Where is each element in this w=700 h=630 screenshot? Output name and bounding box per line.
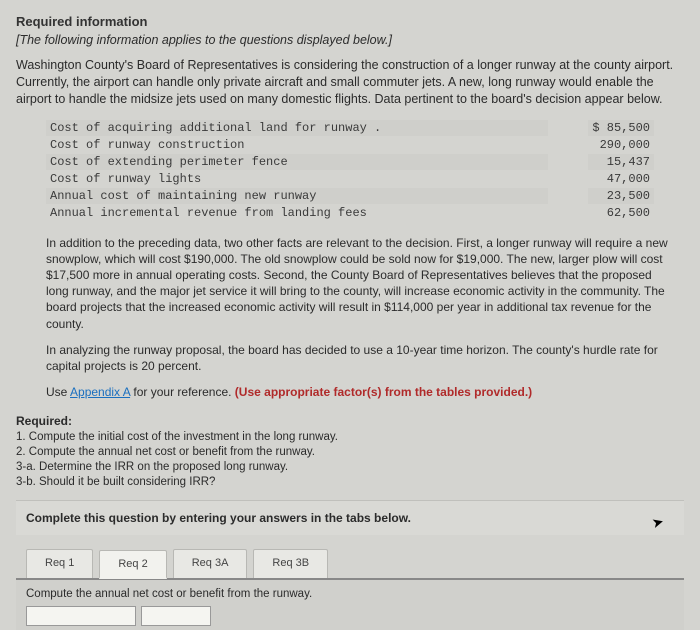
tab-content-panel: Compute the annual net cost or benefit f…	[16, 578, 684, 630]
additional-facts-paragraph: In addition to the preceding data, two o…	[46, 235, 672, 332]
cost-label: Cost of extending perimeter fence	[46, 154, 548, 170]
tab-req-1[interactable]: Req 1	[26, 549, 93, 578]
cost-value: 62,500	[588, 205, 654, 221]
required-item: 1. Compute the initial cost of the inves…	[16, 430, 684, 445]
required-item: 3-a. Determine the IRR on the proposed l…	[16, 460, 684, 475]
section-heading: Required information	[16, 14, 684, 29]
required-item: 3-b. Should it be built considering IRR?	[16, 475, 684, 490]
cost-label: Cost of runway construction	[46, 137, 548, 153]
cost-value: 47,000	[588, 171, 654, 187]
tab-req-2[interactable]: Req 2	[99, 550, 166, 579]
cost-label: Annual cost of maintaining new runway	[46, 188, 548, 204]
required-block: Required: 1. Compute the initial cost of…	[16, 414, 684, 490]
analysis-paragraph: In analyzing the runway proposal, the bo…	[46, 342, 672, 374]
ref-instruction: (Use appropriate factor(s) from the tabl…	[235, 385, 532, 399]
instruction-bar: Complete this question by entering your …	[16, 500, 684, 535]
background-paragraph: Washington County's Board of Representat…	[16, 57, 684, 108]
tab-prompt-text: Compute the annual net cost or benefit f…	[26, 588, 674, 600]
answer-input-row	[26, 606, 674, 626]
reference-paragraph: Use Appendix A for your reference. (Use …	[46, 384, 672, 400]
cost-value: 23,500	[588, 188, 654, 204]
required-title: Required:	[16, 414, 684, 428]
ref-pre: Use	[46, 385, 70, 399]
ref-mid: for your reference.	[130, 385, 235, 399]
appendix-link[interactable]: Appendix A	[70, 385, 130, 399]
cost-value: $ 85,500	[588, 120, 654, 136]
cost-label: Cost of acquiring additional land for ru…	[46, 120, 548, 136]
cost-label: Annual incremental revenue from landing …	[46, 205, 548, 221]
tab-req-3b[interactable]: Req 3B	[253, 549, 328, 578]
cost-value: 15,437	[588, 154, 654, 170]
required-item: 2. Compute the annual net cost or benefi…	[16, 445, 684, 460]
answer-input-1[interactable]	[26, 606, 136, 626]
intro-note: [The following information applies to th…	[16, 33, 684, 47]
tabs-row: Req 1 Req 2 Req 3A Req 3B	[16, 549, 684, 578]
answer-input-2[interactable]	[141, 606, 211, 626]
cost-data-table: Cost of acquiring additional land for ru…	[46, 120, 654, 221]
cost-label: Cost of runway lights	[46, 171, 548, 187]
cost-value: 290,000	[588, 137, 654, 153]
tab-req-3a[interactable]: Req 3A	[173, 549, 248, 578]
